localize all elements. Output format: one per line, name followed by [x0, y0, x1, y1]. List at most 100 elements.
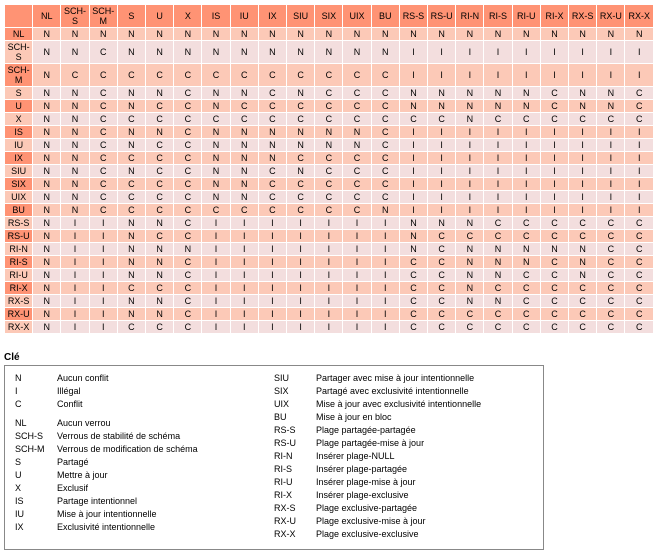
- table-row: IUNNCNCCNNNNNNCIIIIIIIII: [5, 139, 654, 152]
- matrix-cell: C: [287, 113, 315, 126]
- matrix-cell: N: [484, 243, 512, 256]
- matrix-cell: I: [343, 282, 371, 295]
- col-header: RI-N: [456, 5, 484, 28]
- matrix-cell: I: [569, 165, 597, 178]
- matrix-cell: C: [258, 64, 286, 87]
- matrix-cell: C: [399, 256, 427, 269]
- matrix-cell: C: [625, 321, 654, 334]
- col-header: S: [117, 5, 145, 28]
- matrix-cell: C: [512, 217, 540, 230]
- matrix-cell: C: [371, 100, 399, 113]
- matrix-cell: I: [540, 41, 568, 64]
- matrix-cell: N: [230, 126, 258, 139]
- matrix-cell: I: [512, 152, 540, 165]
- matrix-cell: C: [146, 152, 174, 165]
- matrix-cell: N: [287, 87, 315, 100]
- matrix-cell: C: [540, 113, 568, 126]
- matrix-cell: I: [540, 191, 568, 204]
- matrix-cell: I: [512, 126, 540, 139]
- matrix-cell: N: [61, 100, 89, 113]
- legend-abbr: S: [15, 456, 57, 469]
- matrix-cell: I: [315, 295, 343, 308]
- legend-desc: Aucun conflit: [57, 372, 109, 385]
- matrix-cell: C: [343, 165, 371, 178]
- col-header: RX-X: [625, 5, 654, 28]
- matrix-cell: N: [146, 243, 174, 256]
- matrix-cell: C: [625, 100, 654, 113]
- matrix-cell: I: [540, 152, 568, 165]
- matrix-cell: I: [315, 243, 343, 256]
- matrix-cell: C: [117, 282, 145, 295]
- matrix-cell: C: [512, 230, 540, 243]
- matrix-cell: C: [540, 256, 568, 269]
- matrix-cell: C: [343, 152, 371, 165]
- legend-desc: Mise à jour en bloc: [316, 411, 392, 424]
- matrix-cell: I: [512, 178, 540, 191]
- legend-desc: Conflit: [57, 398, 83, 411]
- matrix-cell: I: [484, 191, 512, 204]
- matrix-cell: I: [202, 230, 230, 243]
- matrix-cell: I: [258, 243, 286, 256]
- matrix-cell: C: [540, 295, 568, 308]
- matrix-cell: I: [569, 191, 597, 204]
- matrix-cell: C: [371, 152, 399, 165]
- matrix-cell: N: [315, 41, 343, 64]
- matrix-cell: N: [33, 126, 61, 139]
- legend-row: IIllégal: [15, 385, 274, 398]
- matrix-cell: I: [399, 178, 427, 191]
- matrix-cell: C: [117, 113, 145, 126]
- matrix-cell: N: [230, 139, 258, 152]
- matrix-cell: I: [61, 256, 89, 269]
- legend-col-2: SIUPartager avec mise à jour intentionne…: [274, 372, 533, 541]
- legend-abbr: X: [15, 482, 57, 495]
- matrix-cell: I: [89, 243, 117, 256]
- matrix-cell: C: [287, 64, 315, 87]
- matrix-cell: C: [174, 100, 202, 113]
- row-header: RX-S: [5, 295, 33, 308]
- row-header: RS-S: [5, 217, 33, 230]
- matrix-cell: C: [343, 113, 371, 126]
- matrix-cell: I: [258, 230, 286, 243]
- matrix-cell: I: [399, 126, 427, 139]
- legend-abbr: UIX: [274, 398, 316, 411]
- matrix-cell: C: [202, 204, 230, 217]
- matrix-cell: C: [625, 230, 654, 243]
- legend-row: XExclusif: [15, 482, 274, 495]
- matrix-cell: C: [174, 308, 202, 321]
- matrix-cell: I: [371, 308, 399, 321]
- matrix-cell: C: [258, 165, 286, 178]
- matrix-cell: C: [258, 191, 286, 204]
- table-row: UIXNNCCCCNNCCCCCIIIIIIIII: [5, 191, 654, 204]
- matrix-cell: I: [61, 217, 89, 230]
- matrix-cell: C: [512, 113, 540, 126]
- matrix-cell: N: [315, 28, 343, 41]
- matrix-cell: C: [428, 230, 456, 243]
- legend-row: RI-XInsérer plage-exclusive: [274, 489, 533, 502]
- legend-desc: Mettre à jour: [57, 469, 108, 482]
- matrix-cell: C: [315, 64, 343, 87]
- legend-abbr: RI-S: [274, 463, 316, 476]
- matrix-cell: I: [230, 295, 258, 308]
- matrix-cell: N: [230, 41, 258, 64]
- matrix-cell: C: [230, 204, 258, 217]
- matrix-cell: I: [343, 217, 371, 230]
- matrix-cell: N: [33, 139, 61, 152]
- matrix-cell: I: [428, 126, 456, 139]
- matrix-cell: N: [456, 295, 484, 308]
- matrix-cell: C: [597, 243, 625, 256]
- matrix-cell: C: [174, 113, 202, 126]
- matrix-cell: C: [174, 204, 202, 217]
- matrix-cell: N: [61, 178, 89, 191]
- matrix-cell: I: [371, 282, 399, 295]
- matrix-cell: I: [61, 308, 89, 321]
- matrix-cell: N: [117, 217, 145, 230]
- matrix-cell: N: [33, 269, 61, 282]
- matrix-cell: N: [174, 28, 202, 41]
- matrix-cell: C: [512, 282, 540, 295]
- matrix-cell: C: [174, 64, 202, 87]
- row-header: RS-U: [5, 230, 33, 243]
- matrix-cell: I: [315, 256, 343, 269]
- matrix-cell: C: [89, 139, 117, 152]
- matrix-cell: N: [484, 100, 512, 113]
- matrix-cell: N: [61, 139, 89, 152]
